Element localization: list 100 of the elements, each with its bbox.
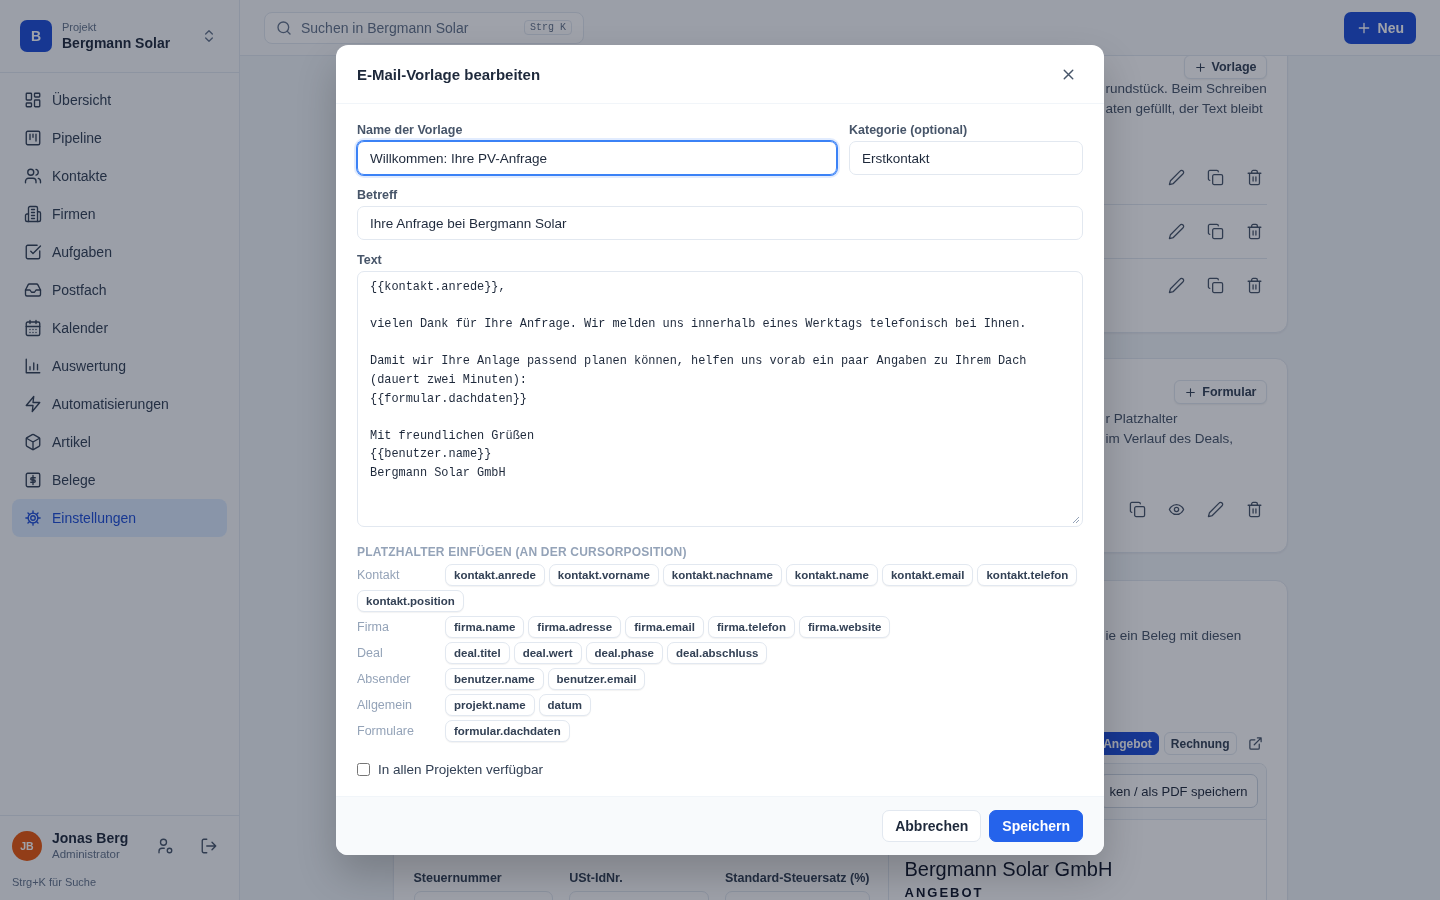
- shortcut-key: Strg K: [524, 19, 572, 35]
- nav-item[interactable]: Artikel: [12, 423, 227, 461]
- placeholder-button[interactable]: kontakt.anrede: [445, 564, 545, 586]
- checked-square-icon: [24, 243, 42, 261]
- placeholder-button[interactable]: kontakt.position: [357, 590, 464, 612]
- group-label: Kontakt: [357, 568, 401, 582]
- calendar-icon: [24, 319, 42, 337]
- field-label: Kategorie (optional): [849, 123, 969, 138]
- field-label: Standard-Steuersatz (%): [725, 871, 870, 885]
- inbox-icon: [24, 281, 42, 299]
- checkbox-label: In allen Projekten verfügbar: [378, 762, 544, 777]
- placeholder-button[interactable]: firma.email: [625, 616, 704, 638]
- logout-icon: [200, 837, 218, 855]
- placeholder-button[interactable]: deal.phase: [585, 642, 663, 664]
- placeholder-button[interactable]: kontakt.vorname: [548, 564, 659, 586]
- cancel-button[interactable]: Abbrechen: [882, 810, 982, 842]
- avatar: JB: [12, 831, 42, 861]
- description-text: im Verlauf des Deals,: [1105, 430, 1235, 448]
- group-label: Absender: [357, 672, 412, 686]
- logo-badge: B: [20, 20, 52, 52]
- resize-grip-icon: [1072, 516, 1080, 524]
- copy-icon: [1129, 500, 1146, 518]
- placeholder-button[interactable]: deal.abschluss: [666, 642, 768, 664]
- placeholder-button[interactable]: datum: [538, 694, 592, 716]
- nav-item[interactable]: Aufgaben: [12, 233, 227, 271]
- group-label: Firma: [357, 620, 390, 634]
- field-label: Betreff: [357, 188, 399, 203]
- nav-item[interactable]: Automatisierungen: [12, 385, 227, 423]
- section-title: PLATZHALTER EINFÜGEN (AN DER CURSORPOSITION): [357, 545, 688, 559]
- save-button[interactable]: Speichern: [989, 810, 1083, 842]
- placeholder-button[interactable]: kontakt.name: [785, 564, 878, 586]
- add-button[interactable]: Formular: [1174, 380, 1267, 404]
- trash-icon: [1246, 277, 1263, 294]
- nav-item[interactable]: Postfach: [12, 271, 227, 309]
- field-label: Steuernummer: [413, 871, 503, 885]
- placeholder-button[interactable]: kontakt.email: [881, 564, 974, 586]
- field-label: Name der Vorlage: [357, 123, 464, 138]
- users-icon: [24, 167, 42, 185]
- external-link-icon: [1247, 736, 1263, 751]
- field-label: Text: [357, 253, 383, 268]
- placeholder-button[interactable]: benutzer.email: [547, 668, 646, 690]
- settings-icon: [24, 509, 42, 527]
- add-button[interactable]: Vorlage: [1183, 56, 1267, 79]
- dollar-icon: [24, 471, 42, 489]
- group-label: Deal: [357, 646, 384, 660]
- box-icon: [24, 433, 42, 451]
- copy-icon: [1207, 169, 1224, 186]
- kanban-icon: [24, 129, 42, 147]
- group-label: Formulare: [357, 724, 415, 738]
- placeholder-button[interactable]: kontakt.nachname: [662, 564, 782, 586]
- placeholder-button[interactable]: deal.titel: [445, 642, 510, 664]
- trash-icon: [1246, 500, 1263, 518]
- nav-item[interactable]: Kalender: [12, 309, 227, 347]
- lightning-icon: [24, 395, 42, 413]
- search-icon: [276, 19, 292, 36]
- grid-icon: [24, 91, 42, 109]
- trash-icon: [1246, 169, 1263, 186]
- placeholder-button[interactable]: firma.adresse: [528, 616, 622, 638]
- project-label: Projekt: [62, 20, 98, 34]
- copy-icon: [1207, 277, 1224, 294]
- dialog-title: E-Mail-Vorlage bearbeiten: [357, 65, 541, 83]
- placeholder-button[interactable]: firma.website: [798, 616, 891, 638]
- nav-item[interactable]: Auswertung: [12, 347, 227, 385]
- group-label: Allgemein: [357, 698, 413, 712]
- placeholder-button[interactable]: formular.dachdaten: [445, 720, 570, 742]
- placeholder-button[interactable]: projekt.name: [445, 694, 535, 716]
- description-text: rundstück. Beim Schreiben: [1105, 80, 1267, 98]
- new-button[interactable]: Neu: [1343, 11, 1416, 44]
- plus-icon: [1193, 60, 1207, 74]
- trash-icon: [1246, 223, 1263, 240]
- placeholder-button[interactable]: kontakt.telefon: [977, 564, 1078, 586]
- user-name: Jonas Berg: [52, 830, 130, 847]
- description-text: ie ein Beleg mit diesen: [1105, 627, 1243, 645]
- user-role: Administrator: [52, 847, 121, 862]
- description-text: aten gefüllt, der Text bleibt: [1105, 100, 1264, 118]
- message-field[interactable]: {{kontakt.anrede}}, vielen Dank für Ihre Anfrage. Wir melden uns innerhalb eines Werktags telefonisch bei Ihnen. Damit wir Ihre Anlage passend planen können, helfen uns vorab ein paar Angaben zu Ihrem Dach (dauert zwei Minuten): {{formular.dachdaten}} Mit freundlichen Grüßen {{benutzer.name}} Bergmann Solar GmbH: [357, 271, 1083, 527]
- pencil-icon: [1168, 223, 1185, 240]
- description-text: r Platzhalter: [1105, 410, 1179, 428]
- user-gear-icon: [156, 837, 174, 855]
- shortcut-hint: Strg+K für Suche: [12, 876, 98, 888]
- nav-item[interactable]: Übersicht: [12, 81, 227, 119]
- copy-icon: [1207, 223, 1224, 240]
- project-name: Bergmann Solar: [62, 34, 172, 52]
- tab[interactable]: Rechnung: [1163, 732, 1237, 755]
- placeholder-button[interactable]: firma.telefon: [707, 616, 795, 638]
- nav-item[interactable]: Belege: [12, 461, 227, 499]
- nav-item[interactable]: Firmen: [12, 195, 227, 233]
- nav-item[interactable]: Kontakte: [12, 157, 227, 195]
- nav-item[interactable]: Pipeline: [12, 119, 227, 157]
- document-type: ANGEBOT: [904, 885, 985, 900]
- pencil-icon: [1168, 169, 1185, 186]
- bar-chart-icon: [24, 357, 42, 375]
- checkbox[interactable]: [357, 763, 370, 776]
- input-field[interactable]: Ihre Anfrage bei Bergmann Solar: [357, 206, 1083, 240]
- input-field[interactable]: Willkommen: Ihre PV-Anfrage: [357, 141, 837, 175]
- input-field[interactable]: Erstkontakt: [849, 141, 1083, 175]
- building-icon: [24, 205, 42, 223]
- placeholder-button[interactable]: firma.name: [445, 616, 525, 638]
- placeholder-button[interactable]: deal.wert: [513, 642, 582, 664]
- placeholder-button[interactable]: benutzer.name: [445, 668, 544, 690]
